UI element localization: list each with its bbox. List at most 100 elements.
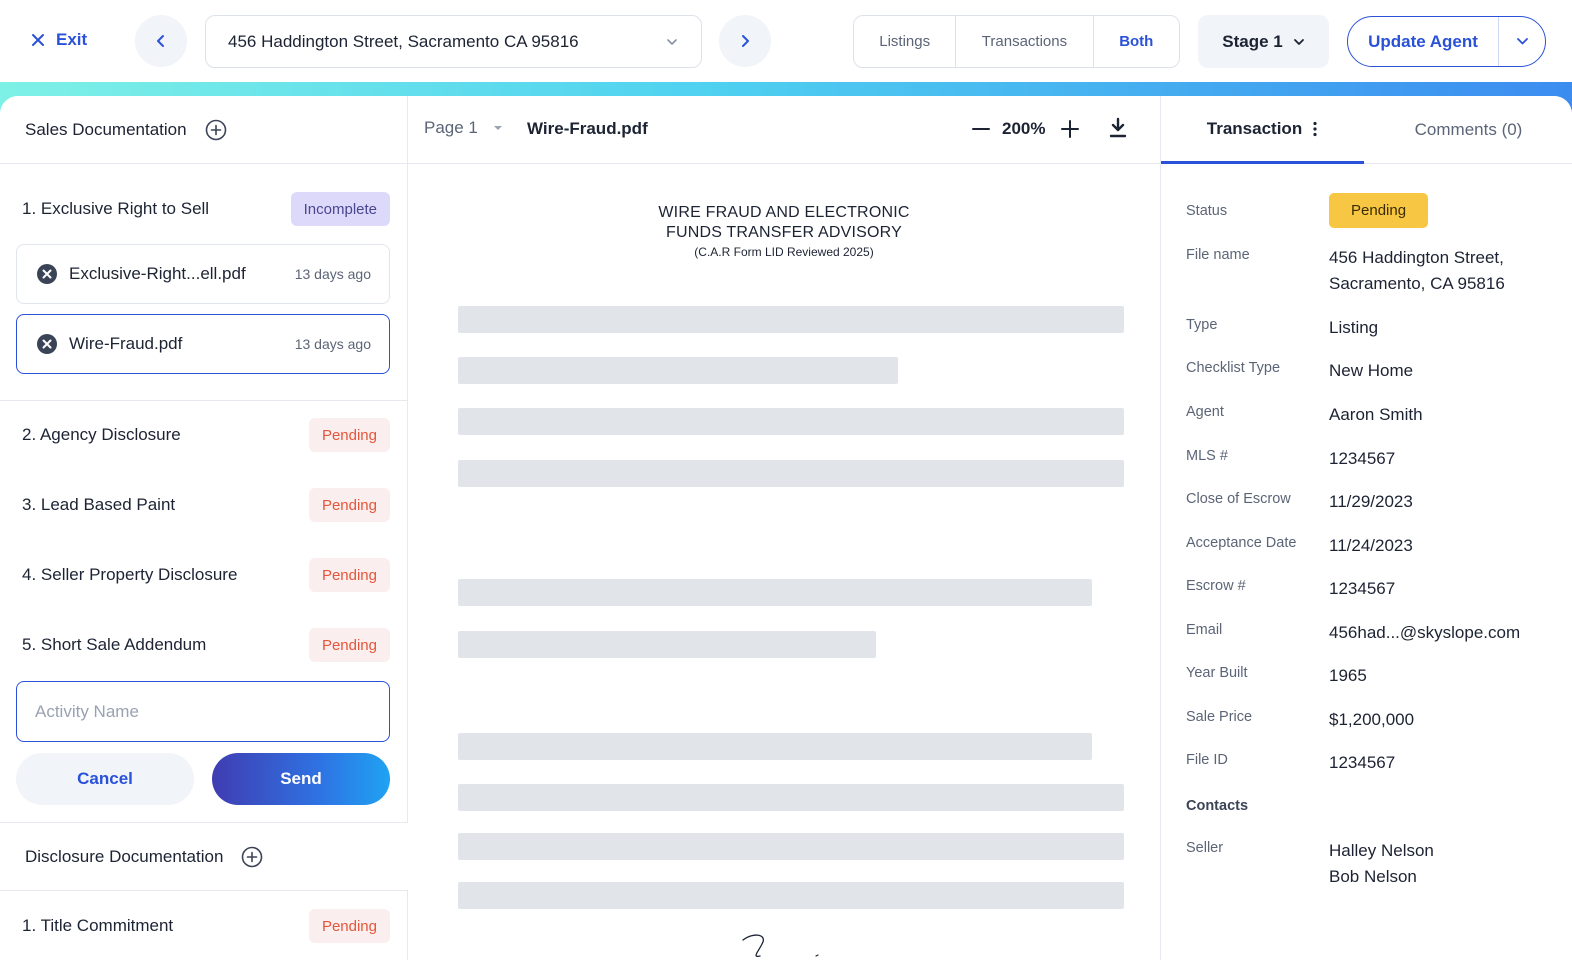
- viewer-toolbar: Page 1 Wire-Fraud.pdf 200%: [408, 96, 1160, 164]
- send-button[interactable]: Send: [212, 753, 390, 805]
- field-label: Escrow #: [1186, 578, 1246, 594]
- update-agent-split-button: Update Agent: [1347, 16, 1546, 67]
- next-file-button[interactable]: [719, 15, 771, 67]
- field-value: $1,200,000: [1329, 710, 1415, 729]
- download-icon[interactable]: [1108, 116, 1128, 140]
- update-agent-menu-button[interactable]: [1499, 17, 1545, 66]
- tab-label: Transaction: [1206, 118, 1303, 138]
- field-acceptance-date: Acceptance Date 11/24/2023: [1186, 533, 1556, 559]
- segment-transactions[interactable]: Transactions: [956, 16, 1094, 67]
- segment-both[interactable]: Both: [1094, 16, 1179, 67]
- address-select[interactable]: 456 Haddington Street, Sacramento CA 958…: [205, 15, 702, 68]
- previous-file-button[interactable]: [135, 15, 187, 67]
- details-panel: Transaction Comments (0) Status Pending …: [1160, 96, 1572, 960]
- chevron-down-icon: [1516, 38, 1528, 45]
- field-year-built: Year Built 1965: [1186, 663, 1556, 689]
- checklist-item-label: 1. Title Commitment: [22, 916, 174, 935]
- status-pill: Pending: [1329, 193, 1429, 228]
- status-badge: Incomplete: [290, 192, 390, 226]
- view-filter-segmented: Listings Transactions Both: [853, 15, 1180, 68]
- documents-panel: Sales Documentation 1. Exclusive Right t…: [0, 96, 408, 960]
- page-select[interactable]: Page 1: [424, 118, 504, 138]
- checklist-item-label: 4. Seller Property Disclosure: [22, 565, 238, 584]
- field-value: 1234567: [1329, 449, 1396, 468]
- cancel-button[interactable]: Cancel: [16, 753, 194, 805]
- file-date: 13 days ago: [294, 336, 371, 352]
- file-card-selected[interactable]: Wire-Fraud.pdf 13 days ago: [16, 314, 390, 374]
- checklist-item-label: 2. Agency Disclosure: [22, 425, 181, 444]
- tab-comments[interactable]: Comments (0): [1364, 96, 1572, 164]
- zoom-in-icon[interactable]: [1060, 118, 1080, 140]
- checklist-item[interactable]: 5. Short Sale Addendum Pending: [22, 628, 390, 662]
- tab-transaction[interactable]: Transaction: [1161, 96, 1364, 164]
- field-value: 1234567: [1329, 753, 1396, 772]
- field-value: 11/24/2023: [1329, 536, 1413, 555]
- document-page: WIRE FRAUD AND ELECTRONIC FUNDS TRANSFER…: [408, 165, 1160, 960]
- more-vertical-icon[interactable]: [1312, 121, 1318, 137]
- top-bar: Exit 456 Haddington Street, Sacramento C…: [0, 0, 1572, 82]
- sales-documentation-header: Sales Documentation: [0, 96, 408, 164]
- add-circle-icon[interactable]: [241, 846, 263, 868]
- field-label: Acceptance Date: [1186, 535, 1297, 551]
- text-placeholder-line: [458, 306, 1124, 333]
- page-label: Page 1: [424, 118, 478, 137]
- divider: [0, 400, 408, 401]
- file-date: 13 days ago: [294, 266, 371, 282]
- checklist-item[interactable]: 4. Seller Property Disclosure Pending: [22, 558, 390, 592]
- exit-button[interactable]: Exit: [30, 26, 87, 54]
- chevron-left-icon: [157, 35, 164, 47]
- details-tabs: Transaction Comments (0): [1161, 96, 1572, 164]
- field-label: Checklist Type: [1186, 360, 1281, 376]
- status-badge: Pending: [308, 628, 390, 662]
- status-badge: Pending: [308, 488, 390, 522]
- stage-dropdown[interactable]: Stage 1: [1198, 15, 1329, 68]
- file-name: Wire-Fraud.pdf: [69, 334, 183, 353]
- field-type: Type Listing: [1186, 315, 1556, 341]
- field-sale-price: Sale Price $1,200,000: [1186, 707, 1556, 733]
- file-card[interactable]: Exclusive-Right...ell.pdf 13 days ago: [16, 244, 390, 304]
- close-icon: [32, 34, 44, 46]
- remove-file-icon[interactable]: [37, 264, 57, 284]
- checklist-item-label: 5. Short Sale Addendum: [22, 635, 207, 654]
- address-value: 456 Haddington Street, Sacramento CA 958…: [228, 31, 579, 51]
- field-value: 1965: [1329, 666, 1367, 685]
- document-title-line: WIRE FRAUD AND ELECTRONIC: [658, 204, 910, 221]
- update-agent-button[interactable]: Update Agent: [1348, 17, 1499, 66]
- add-circle-icon[interactable]: [205, 119, 227, 141]
- document-title: WIRE FRAUD AND ELECTRONIC FUNDS TRANSFER…: [408, 203, 1160, 243]
- field-label: Status: [1186, 202, 1228, 219]
- field-checklist-type: Checklist Type New Home: [1186, 358, 1556, 384]
- text-placeholder-line: [458, 408, 1124, 435]
- checklist-item[interactable]: 1. Title Commitment Pending: [22, 909, 390, 943]
- field-value: Sacramento, CA 95816: [1329, 274, 1505, 293]
- chevron-down-icon: [667, 38, 677, 45]
- disclosure-documentation-header: Disclosure Documentation: [0, 823, 408, 891]
- text-placeholder-line: [458, 733, 1092, 760]
- remove-file-icon[interactable]: [37, 334, 57, 354]
- field-label: Type: [1186, 317, 1218, 333]
- field-label: MLS #: [1186, 448, 1228, 464]
- checklist-item[interactable]: 2. Agency Disclosure Pending: [22, 418, 390, 452]
- signature-mark: [742, 934, 819, 958]
- document-viewer: Page 1 Wire-Fraud.pdf 200% WIRE FRAUD AN…: [408, 96, 1160, 960]
- zoom-level: 200%: [1002, 119, 1046, 138]
- field-value: 11/29/2023: [1329, 492, 1413, 511]
- field-label: File name: [1186, 247, 1250, 263]
- field-escrow-number: Escrow # 1234567: [1186, 576, 1556, 602]
- segment-listings[interactable]: Listings: [854, 16, 957, 67]
- field-close-of-escrow: Close of Escrow 11/29/2023: [1186, 489, 1556, 515]
- activity-name-input[interactable]: [16, 681, 390, 742]
- text-placeholder-line: [458, 631, 876, 658]
- field-label: Seller: [1186, 840, 1224, 856]
- contacts-heading: Contacts: [1186, 798, 1249, 814]
- text-placeholder-line: [458, 579, 1092, 606]
- field-value: New Home: [1329, 361, 1414, 380]
- zoom-out-icon[interactable]: [971, 118, 991, 140]
- field-value: 456 Haddington Street,: [1329, 248, 1504, 267]
- checklist-item[interactable]: 3. Lead Based Paint Pending: [22, 488, 390, 522]
- field-value: 456had...@skyslope.com: [1329, 623, 1521, 642]
- checklist-item[interactable]: 1. Exclusive Right to Sell Incomplete: [22, 192, 390, 226]
- field-value: Listing: [1329, 318, 1379, 337]
- field-file-id: File ID 1234567: [1186, 750, 1556, 776]
- exit-label: Exit: [56, 30, 88, 49]
